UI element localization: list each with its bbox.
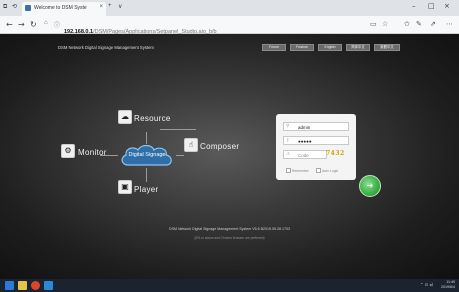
clock-date: 2019/6/4 xyxy=(441,285,455,289)
username-value: admin xyxy=(298,124,311,130)
chrome-icon[interactable] xyxy=(31,281,40,290)
password-value: ●●●●● xyxy=(298,138,312,144)
refresh-icon[interactable]: ↻ xyxy=(30,20,37,29)
footer-version: DSM Network Digital Signage Management S… xyxy=(168,227,291,231)
new-tab-button[interactable]: + xyxy=(108,3,112,9)
top-button-forum[interactable]: Forum xyxy=(262,44,286,51)
security-info-icon[interactable]: ⓘ xyxy=(54,20,60,29)
reading-view-icon[interactable]: ▭ xyxy=(370,20,377,28)
remember-label: Remember xyxy=(292,168,309,173)
url-field[interactable]: 192.168.0.1/DSM/Pages/Applications/Setpa… xyxy=(64,20,384,35)
shield-icon: ⚠ xyxy=(286,152,291,157)
maximize-button[interactable]: □ xyxy=(428,2,435,10)
top-button-traditional-chinese[interactable]: 繁體中文 xyxy=(374,44,400,51)
resource-label: Resource xyxy=(134,114,171,123)
composer-label: Composer xyxy=(200,142,240,151)
tab-title: Welcome to DSM Syste xyxy=(34,5,87,11)
favorites-hub-icon[interactable]: ✩ xyxy=(404,20,410,28)
share-icon[interactable]: ⇗ xyxy=(430,20,436,28)
connector-line xyxy=(146,168,147,182)
footer-browser-note: (IE9 or above and Chrome browser are pre… xyxy=(194,236,265,240)
digital-signage-cloud: Digital Signage xyxy=(118,143,176,169)
code-field[interactable]: ⚠ Code xyxy=(283,150,327,159)
address-bar-row: ← → ↻ ⌂ ⓘ 192.168.0.1/DSM/Pages/Applicat… xyxy=(0,16,459,35)
favorite-star-icon[interactable]: ☆ xyxy=(382,20,388,28)
cloud-upload-icon: ☁ xyxy=(118,110,132,124)
autologin-checkbox-box[interactable] xyxy=(316,168,321,173)
remember-checkbox-box[interactable] xyxy=(286,168,291,173)
tab-menu-chevron-icon[interactable]: ∨ xyxy=(118,3,122,10)
arrow-right-icon: ➜ xyxy=(366,181,374,190)
top-button-simplified-chinese[interactable]: 简体中文 xyxy=(346,44,370,51)
key-icon: ⚷ xyxy=(286,138,290,143)
browser-tab[interactable]: Welcome to DSM Syste × xyxy=(22,2,106,16)
taskbar: ⌃ ⊡ ◂) 11:49 2019/6/4 xyxy=(0,279,459,292)
clock[interactable]: 11:49 2019/6/4 xyxy=(441,280,455,290)
file-explorer-icon[interactable] xyxy=(18,281,27,290)
player-screen-icon: ▣ xyxy=(118,180,132,194)
player-label: Player xyxy=(134,185,159,194)
top-button-english[interactable]: English xyxy=(318,44,342,51)
composer-hand-icon: ☝ xyxy=(184,138,198,152)
edge-icon[interactable] xyxy=(44,281,53,290)
close-window-button[interactable]: × xyxy=(444,2,450,10)
windows-start-icon[interactable] xyxy=(5,281,14,290)
notes-icon[interactable]: ✎ xyxy=(416,20,422,28)
tab-list-icon[interactable]: ⟲ xyxy=(12,3,20,11)
monitor-label: Monitor xyxy=(78,148,107,157)
system-title: DSM Network Digital Signage Management S… xyxy=(58,45,154,50)
site-favicon-icon xyxy=(25,5,31,11)
autologin-label: Auto Login xyxy=(322,168,339,173)
login-page: DSM Network Digital Signage Management S… xyxy=(0,34,459,279)
forward-arrow-icon[interactable]: → xyxy=(18,20,25,29)
connector-line xyxy=(176,155,184,156)
more-menu-icon[interactable]: ⋯ xyxy=(446,20,453,28)
code-placeholder: Code xyxy=(298,152,309,158)
user-icon: ⚲ xyxy=(286,124,290,129)
system-tray-icons[interactable]: ⌃ ⊡ ◂) xyxy=(420,282,433,287)
connector-line xyxy=(160,129,196,130)
login-panel: ⚲ admin ⚷ ●●●●● ⚠ Code 7432 Remember Aut… xyxy=(276,114,356,180)
window-menu-icon[interactable]: ⧉ xyxy=(3,3,11,11)
tab-close-icon[interactable]: × xyxy=(99,4,103,10)
minimize-button[interactable]: – xyxy=(412,2,416,10)
back-arrow-icon[interactable]: ← xyxy=(6,20,13,29)
digital-signage-label: Digital Signage xyxy=(128,152,166,158)
login-button[interactable]: ➜ xyxy=(359,175,381,197)
username-field[interactable]: ⚲ admin xyxy=(283,122,349,131)
home-icon[interactable]: ⌂ xyxy=(44,20,48,26)
browser-tab-strip: ⧉ ⟲ Welcome to DSM Syste × + ∨ – □ × xyxy=(0,0,459,16)
monitor-gear-icon: ⚙ xyxy=(61,144,75,158)
password-field[interactable]: ⚷ ●●●●● xyxy=(283,136,349,145)
captcha-image[interactable]: 7432 xyxy=(326,150,345,157)
top-button-feature[interactable]: Feature xyxy=(290,44,314,51)
